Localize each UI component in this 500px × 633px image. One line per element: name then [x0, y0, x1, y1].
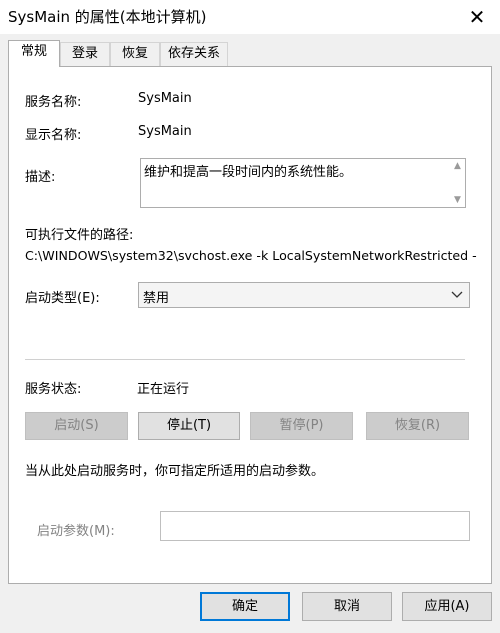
description-label: 描述: [25, 170, 56, 185]
display-name-value: SysMain [138, 124, 192, 139]
title-bar: SysMain 的属性(本地计算机) ✕ [0, 0, 500, 34]
ok-button[interactable]: 确定 [200, 592, 290, 621]
start-button[interactable]: 启动(S) [25, 412, 128, 440]
tab-recovery[interactable]: 恢复 [110, 42, 160, 66]
startup-type-value: 禁用 [143, 291, 170, 306]
startup-type-label: 启动类型(E): [25, 291, 100, 306]
window-title: SysMain 的属性(本地计算机) [8, 8, 207, 26]
chevron-down-icon [451, 291, 463, 298]
path-label: 可执行文件的路径: [25, 228, 134, 243]
stop-button[interactable]: 停止(T) [138, 412, 240, 440]
divider [25, 359, 465, 360]
scroll-down-icon[interactable]: ▼ [450, 193, 465, 207]
display-name-label: 显示名称: [25, 128, 82, 143]
tab-general[interactable]: 常规 [8, 40, 60, 67]
tab-label: 登录 [71, 46, 98, 61]
general-panel: 服务名称: SysMain 显示名称: SysMain 描述: 维护和提高一段时… [8, 66, 492, 584]
path-value: C:\WINDOWS\system32\svchost.exe -k Local… [25, 248, 477, 263]
description-box[interactable]: 维护和提高一段时间内的系统性能。 ▲ ▼ [140, 158, 466, 208]
tab-label: 依存关系 [167, 46, 220, 61]
service-name-value: SysMain [138, 91, 192, 106]
startup-type-select[interactable]: 禁用 [138, 282, 470, 308]
tab-label: 恢复 [121, 46, 148, 61]
tab-logon[interactable]: 登录 [60, 42, 110, 66]
description-scrollbar[interactable]: ▲ ▼ [450, 159, 465, 207]
scroll-up-icon[interactable]: ▲ [450, 159, 465, 173]
start-parameters-label: 启动参数(M): [37, 524, 115, 539]
description-text: 维护和提高一段时间内的系统性能。 [144, 165, 353, 180]
cancel-button[interactable]: 取消 [302, 592, 392, 621]
start-parameters-hint: 当从此处启动服务时，你可指定所适用的启动参数。 [25, 464, 325, 479]
tab-dependencies[interactable]: 依存关系 [160, 42, 228, 66]
apply-button[interactable]: 应用(A) [402, 592, 492, 621]
pause-button[interactable]: 暂停(P) [250, 412, 353, 440]
close-icon[interactable]: ✕ [464, 5, 490, 29]
service-status-label: 服务状态: [25, 382, 82, 397]
service-status-value: 正在运行 [137, 382, 190, 397]
resume-button[interactable]: 恢复(R) [366, 412, 469, 440]
service-name-label: 服务名称: [25, 95, 82, 110]
tab-label: 常规 [20, 44, 47, 59]
start-parameters-input[interactable] [160, 511, 470, 541]
